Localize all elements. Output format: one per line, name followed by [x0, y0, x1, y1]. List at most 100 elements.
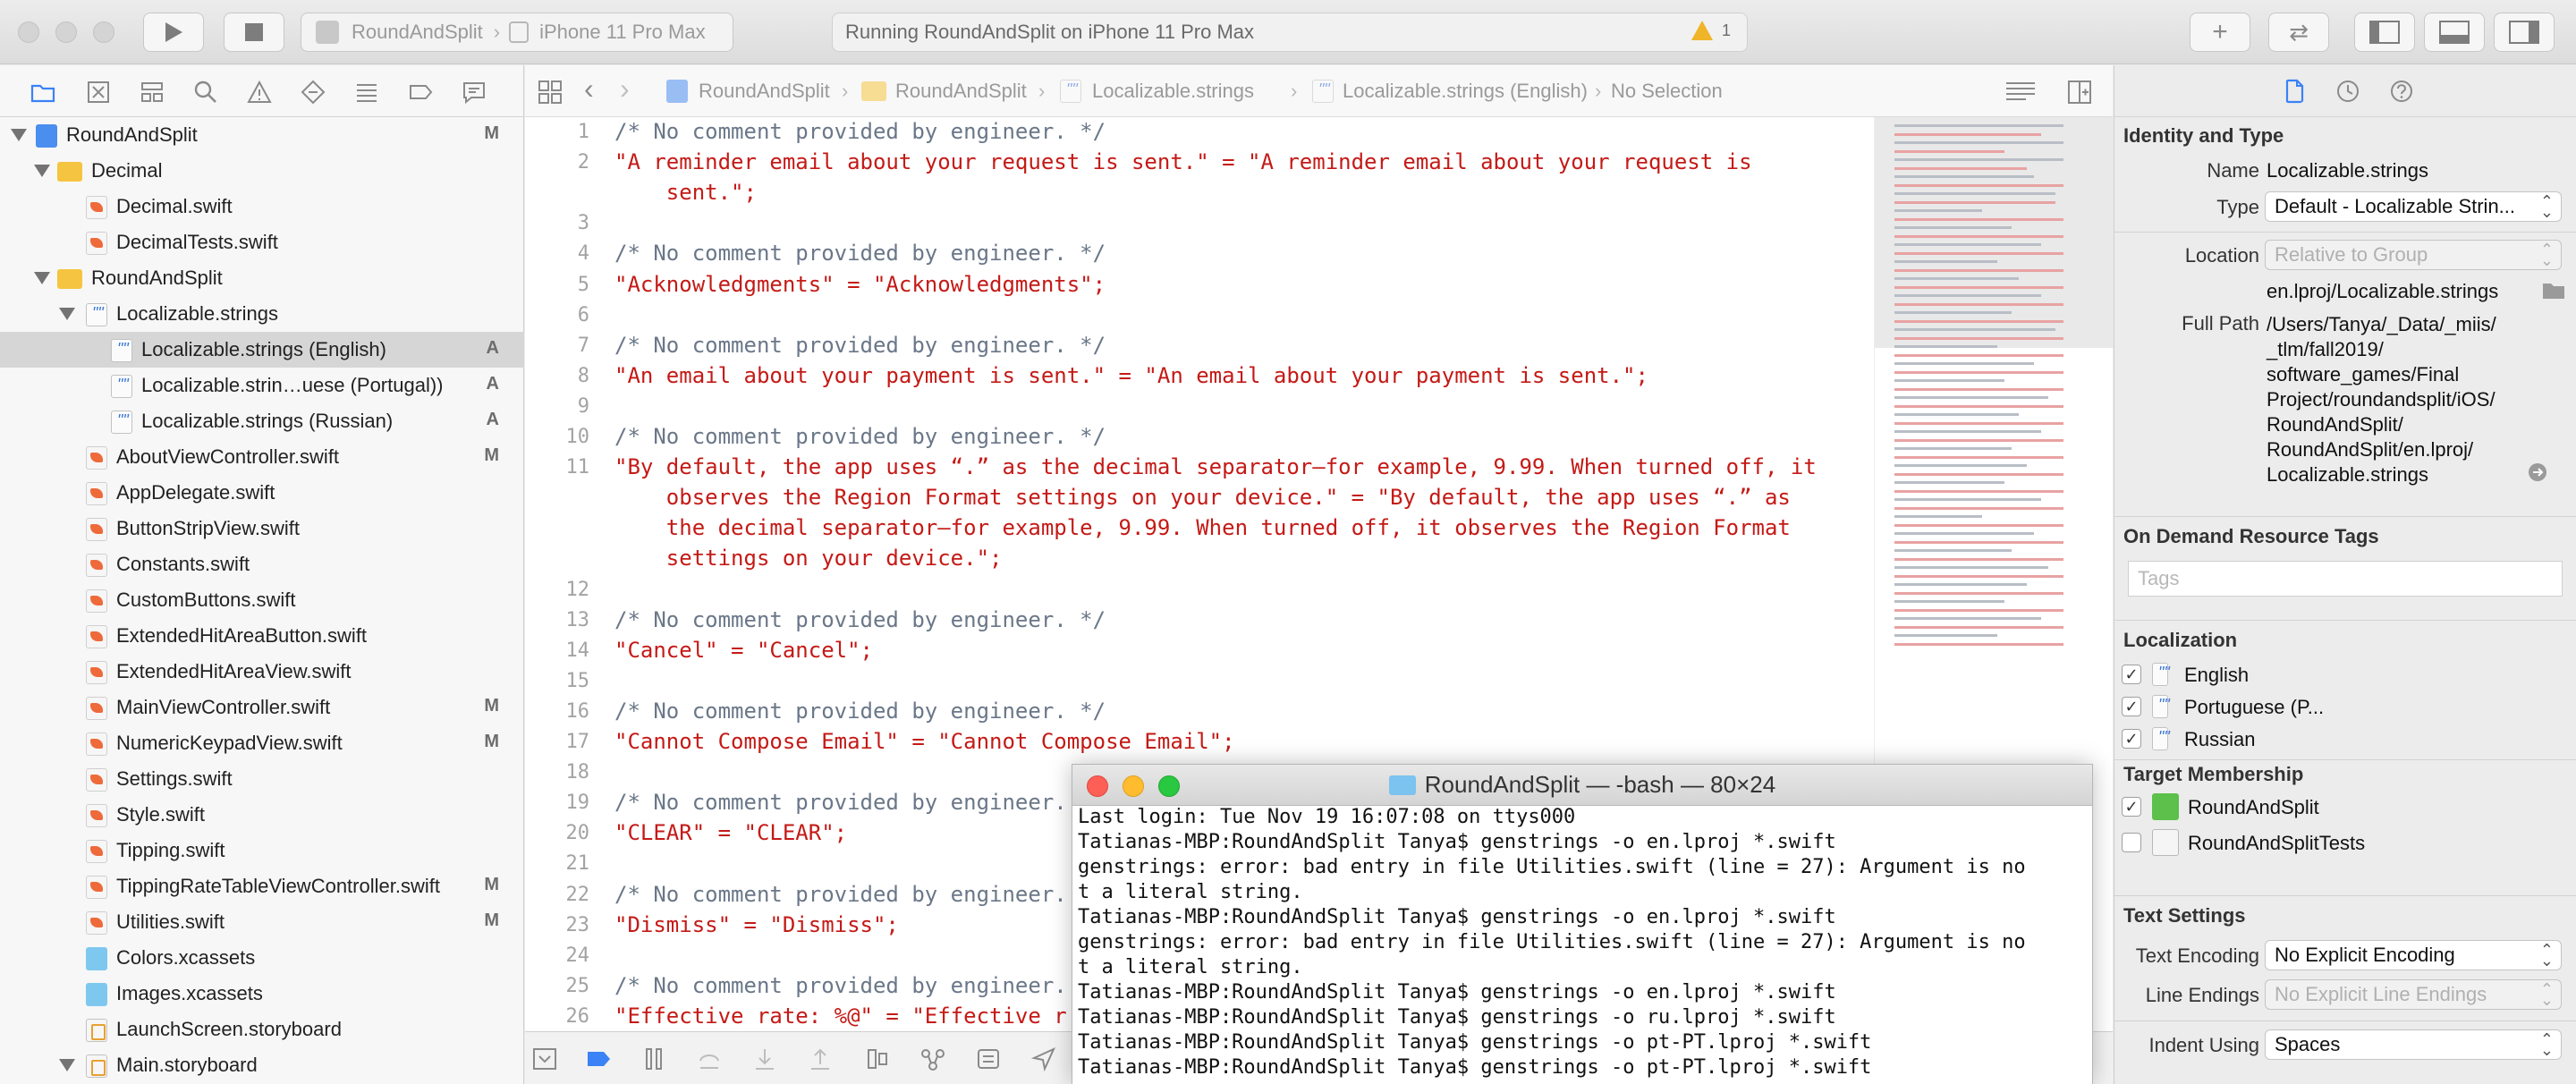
run-button[interactable]	[143, 13, 204, 52]
line-number[interactable]: 1	[525, 121, 589, 143]
line-number[interactable]: 18	[525, 761, 590, 783]
environment-overrides-icon[interactable]	[976, 1046, 1001, 1071]
line-number[interactable]: 24	[525, 944, 590, 967]
tree-row-file[interactable]: ExtendedHitAreaButton.swift	[0, 618, 524, 654]
tree-row-file[interactable]: Localizable.strings (Russian) A	[0, 403, 524, 439]
localization-checkbox-portuguese[interactable]: ✓	[2122, 697, 2141, 716]
warning-indicator[interactable]: 1	[1690, 21, 1731, 40]
tree-row-file[interactable]: Images.xcassets	[0, 976, 524, 1012]
disclosure-triangle-icon[interactable]	[59, 1059, 75, 1071]
tree-row-file[interactable]: LaunchScreen.storyboard	[0, 1012, 524, 1047]
terminal-close-button[interactable]	[1087, 775, 1108, 797]
line-number[interactable]: 7	[525, 335, 589, 357]
close-window-button[interactable]	[18, 21, 39, 43]
test-navigator-icon[interactable]	[301, 80, 326, 105]
line-number[interactable]: 5	[525, 274, 589, 296]
line-number[interactable]: 12	[525, 579, 590, 601]
line-number[interactable]: 14	[525, 639, 590, 662]
history-inspector-icon[interactable]	[2334, 78, 2361, 105]
tree-row-file[interactable]: Constants.swift	[0, 546, 524, 582]
reveal-in-finder-arrow-icon[interactable]	[2528, 462, 2547, 482]
reveal-folder-icon[interactable]	[2542, 280, 2565, 300]
tags-input[interactable]: Tags	[2128, 561, 2563, 597]
localization-checkbox-english[interactable]: ✓	[2122, 665, 2141, 684]
breakpoint-navigator-icon[interactable]	[408, 80, 433, 105]
line-number[interactable]: 23	[525, 914, 590, 936]
line-number[interactable]: 13	[525, 609, 590, 631]
line-number[interactable]: 20	[525, 822, 590, 844]
tree-row-file[interactable]: Utilities.swift M	[0, 904, 524, 940]
localization-checkbox-russian[interactable]: ✓	[2122, 729, 2141, 749]
tree-row-file[interactable]: AboutViewController.swift M	[0, 439, 524, 475]
tree-row-file[interactable]: Tipping.swift	[0, 833, 524, 868]
code-review-button[interactable]: ⇄	[2268, 13, 2329, 52]
toggle-navigator-button[interactable]	[2354, 13, 2415, 52]
library-button[interactable]: +	[2190, 13, 2250, 52]
report-navigator-icon[interactable]	[462, 80, 487, 105]
breadcrumb-project[interactable]: RoundAndSplit	[699, 80, 830, 103]
related-items-icon[interactable]	[538, 80, 563, 105]
line-number[interactable]: 6	[525, 304, 589, 326]
disclosure-triangle-icon[interactable]	[59, 308, 75, 320]
step-out-icon[interactable]	[808, 1046, 833, 1071]
line-number[interactable]: 2	[525, 151, 589, 174]
disclosure-triangle-icon[interactable]	[34, 272, 50, 284]
step-over-icon[interactable]	[697, 1046, 722, 1071]
location-popup[interactable]: Relative to Group ⌃ ⌄	[2265, 240, 2562, 270]
search-icon[interactable]	[193, 80, 218, 105]
tree-row-variant-group[interactable]: Main.storyboard	[0, 1047, 524, 1083]
tree-row-file[interactable]: TippingRateTableViewController.swift M	[0, 868, 524, 904]
help-inspector-icon[interactable]	[2388, 78, 2415, 105]
line-number[interactable]: 9	[525, 395, 589, 418]
line-number[interactable]: 4	[525, 242, 589, 265]
tree-row-file[interactable]: Style.swift	[0, 797, 524, 833]
terminal-output[interactable]: Last login: Tue Nov 19 16:07:08 on ttys0…	[1078, 806, 2087, 1081]
disclosure-triangle-icon[interactable]	[11, 129, 27, 141]
terminal-zoom-button[interactable]	[1158, 775, 1180, 797]
back-arrow-icon[interactable]: ‹	[584, 72, 594, 106]
forward-arrow-icon[interactable]: ›	[620, 72, 630, 106]
tree-row-file[interactable]: NumericKeypadView.swift M	[0, 725, 524, 761]
zoom-window-button[interactable]	[93, 21, 114, 43]
indent-using-popup[interactable]: Spaces ⌃ ⌄	[2265, 1029, 2562, 1060]
line-number[interactable]: 8	[525, 365, 589, 387]
line-endings-popup[interactable]: No Explicit Line Endings ⌃ ⌄	[2265, 979, 2562, 1010]
type-popup[interactable]: Default - Localizable Strin... ⌃ ⌄	[2265, 191, 2562, 222]
terminal-minimize-button[interactable]	[1123, 775, 1144, 797]
breadcrumb-file[interactable]: Localizable.strings	[1092, 80, 1254, 103]
line-number[interactable]: 19	[525, 792, 590, 814]
hide-debug-area-icon[interactable]	[532, 1046, 557, 1071]
tree-row-file[interactable]: Colors.xcassets	[0, 940, 524, 976]
line-number[interactable]: 17	[525, 731, 590, 753]
issue-navigator-icon[interactable]	[247, 80, 272, 105]
tree-row-file[interactable]: Decimal.swift	[0, 189, 524, 224]
line-number[interactable]: 3	[525, 212, 589, 234]
line-number[interactable]: 26	[525, 1005, 590, 1028]
minimize-window-button[interactable]	[55, 21, 77, 43]
tree-row-file[interactable]: DecimalTests.swift	[0, 224, 524, 260]
memory-graph-icon[interactable]	[920, 1046, 945, 1071]
target-checkbox-app[interactable]: ✓	[2122, 797, 2141, 817]
debug-navigator-icon[interactable]	[354, 80, 379, 105]
line-number[interactable]: 22	[525, 884, 590, 906]
line-number[interactable]: 25	[525, 975, 590, 997]
terminal-title-bar[interactable]: RoundAndSplit — -bash — 80×24	[1072, 765, 2092, 806]
line-number[interactable]: 10	[525, 426, 590, 448]
editor-options-icon[interactable]	[2004, 80, 2037, 105]
breakpoints-toggle-icon[interactable]	[586, 1046, 611, 1071]
folder-icon[interactable]	[30, 80, 55, 105]
tree-row-file[interactable]: CustomButtons.swift	[0, 582, 524, 618]
tree-row-file[interactable]: MainViewController.swift M	[0, 690, 524, 725]
tree-row-file[interactable]: AppDelegate.swift	[0, 475, 524, 511]
line-number[interactable]: 15	[525, 670, 590, 692]
target-checkbox-tests[interactable]	[2122, 833, 2141, 852]
source-control-icon[interactable]	[86, 80, 111, 105]
line-number[interactable]: 11	[525, 456, 590, 478]
breadcrumb-group[interactable]: RoundAndSplit	[895, 80, 1027, 103]
tree-row-file[interactable]: ExtendedHitAreaView.swift	[0, 654, 524, 690]
disclosure-triangle-icon[interactable]	[34, 165, 50, 177]
split-editor-icon[interactable]	[2067, 80, 2092, 105]
breadcrumb-variant[interactable]: Localizable.strings (English)	[1343, 80, 1588, 103]
text-encoding-popup[interactable]: No Explicit Encoding ⌃ ⌄	[2265, 940, 2562, 970]
step-into-icon[interactable]	[752, 1046, 777, 1071]
